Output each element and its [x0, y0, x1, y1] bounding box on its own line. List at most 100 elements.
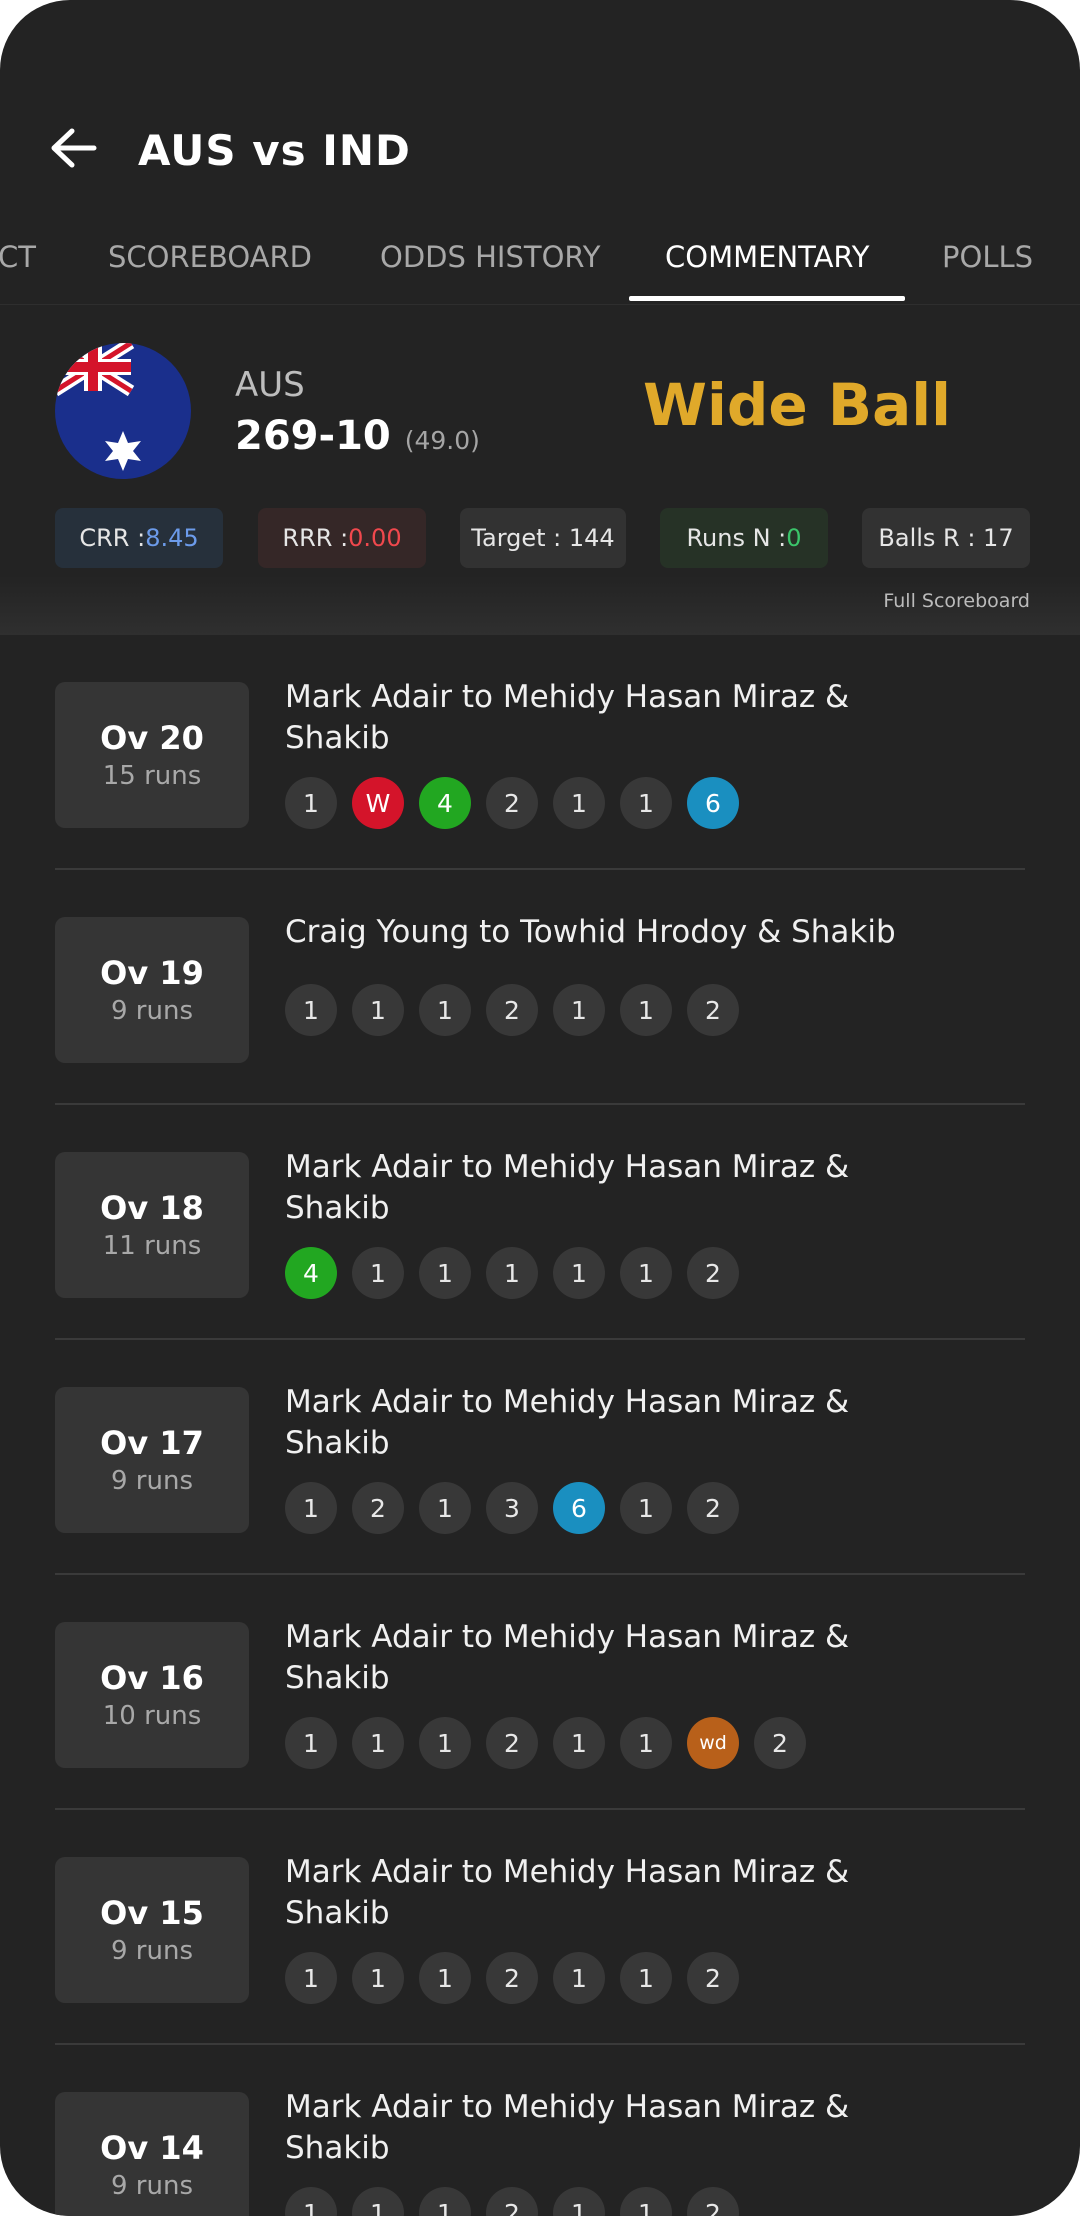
over-runs: 9 runs [111, 996, 193, 1026]
ball-list: 1 2 1 3 6 1 2 [285, 1482, 739, 1534]
over-runs: 10 runs [102, 1701, 202, 1731]
over-runs: 9 runs [111, 2171, 193, 2201]
ball: 1 [285, 777, 337, 829]
tab-polls[interactable]: POLLS [942, 240, 1033, 274]
tab-scoreboard[interactable]: SCOREBOARD [108, 240, 312, 274]
ball-wide: wd [687, 1717, 739, 1769]
header: AUS vs IND [0, 120, 1080, 186]
back-button[interactable] [44, 120, 104, 180]
ball: 1 [553, 2187, 605, 2216]
over-row[interactable]: Ov 14 9 runs Mark Adair to Mehidy Hasan … [55, 2045, 1025, 2216]
rrr-value: 0.00 [348, 524, 402, 552]
ball-four: 4 [285, 1247, 337, 1299]
over-row[interactable]: Ov 18 11 runs Mark Adair to Mehidy Hasan… [55, 1105, 1025, 1340]
over-runs: 9 runs [111, 1936, 193, 1966]
crr-label: CRR : [79, 524, 146, 552]
ball: 1 [419, 1952, 471, 2004]
team-score: 269-10 (49.0) [235, 413, 480, 459]
ball-list: 1 1 1 2 1 1 2 [285, 1952, 739, 2004]
over-summary: Ov 16 10 runs [55, 1622, 249, 1768]
ball: 1 [352, 984, 404, 1036]
ball: 2 [687, 2187, 739, 2216]
over-row[interactable]: Ov 16 10 runs Mark Adair to Mehidy Hasan… [55, 1575, 1025, 1810]
ball: 2 [687, 984, 739, 1036]
crr-chip: CRR : 8.45 [55, 508, 223, 568]
full-scoreboard-link[interactable]: Full Scoreboard [883, 590, 1030, 612]
ball: 1 [419, 984, 471, 1036]
ball-list: 4 1 1 1 1 1 2 [285, 1247, 739, 1299]
over-description: Mark Adair to Mehidy Hasan Miraz & Shaki… [285, 1149, 850, 1226]
tab-bar: CT SCOREBOARD ODDS HISTORY COMMENTARY PO… [0, 222, 1080, 306]
over-summary: Ov 20 15 runs [55, 682, 249, 828]
ball: 2 [486, 984, 538, 1036]
ball: 2 [486, 1952, 538, 2004]
over-description: Mark Adair to Mehidy Hasan Miraz & Shaki… [285, 1619, 850, 1696]
australia-flag-icon [55, 343, 191, 479]
ball: 2 [687, 1247, 739, 1299]
tab-predict[interactable]: CT [0, 240, 36, 274]
over-summary: Ov 15 9 runs [55, 1857, 249, 2003]
over-number: Ov 15 [100, 1894, 204, 1932]
over-number: Ov 20 [100, 719, 204, 757]
ball: 1 [620, 777, 672, 829]
score-panel: AUS 269-10 (49.0) Wide Ball CRR : 8.45 R… [0, 305, 1080, 635]
over-row[interactable]: Ov 17 9 runs Mark Adair to Mehidy Hasan … [55, 1340, 1025, 1575]
ball: 2 [352, 1482, 404, 1534]
ball: 1 [352, 1952, 404, 2004]
score-value: 269-10 [235, 413, 391, 459]
over-description: Mark Adair to Mehidy Hasan Miraz & Shaki… [285, 1384, 850, 1461]
target-label: Target : 144 [471, 524, 615, 552]
over-number: Ov 18 [100, 1189, 204, 1227]
over-number: Ov 19 [100, 954, 204, 992]
ball: 2 [486, 777, 538, 829]
over-description: Mark Adair to Mehidy Hasan Miraz & Shaki… [285, 679, 850, 756]
balls-remaining-chip: Balls R : 17 [862, 508, 1030, 568]
ball: 1 [620, 1952, 672, 2004]
ball-status: Wide Ball [643, 371, 952, 439]
page-title: AUS vs IND [138, 126, 411, 175]
ball: 1 [553, 1717, 605, 1769]
ball: 1 [553, 777, 605, 829]
over-number: Ov 17 [100, 1424, 204, 1462]
over-description: Mark Adair to Mehidy Hasan Miraz & Shaki… [285, 2089, 850, 2166]
app-screen: AUS vs IND CT SCOREBOARD ODDS HISTORY CO… [0, 0, 1080, 2216]
ball: 1 [620, 1482, 672, 1534]
ball-four: 4 [419, 777, 471, 829]
over-row[interactable]: Ov 15 9 runs Mark Adair to Mehidy Hasan … [55, 1810, 1025, 2045]
over-description: Craig Young to Towhid Hrodoy & Shakib [285, 914, 896, 950]
ball: 1 [620, 2187, 672, 2216]
ball: 3 [486, 1482, 538, 1534]
over-number: Ov 16 [100, 1659, 204, 1697]
ball-six: 6 [687, 777, 739, 829]
over-runs: 9 runs [111, 1466, 193, 1496]
ball: 1 [352, 1247, 404, 1299]
over-row[interactable]: Ov 19 9 runs Craig Young to Towhid Hrodo… [55, 870, 1025, 1105]
runs-needed-label: Runs N : [686, 524, 787, 552]
team-name: AUS [235, 365, 305, 405]
ball: 1 [419, 1717, 471, 1769]
ball: 1 [285, 1952, 337, 2004]
ball: 1 [352, 1717, 404, 1769]
ball: 1 [620, 1717, 672, 1769]
ball: 1 [352, 2187, 404, 2216]
ball-list: 1 1 1 2 1 1 2 [285, 984, 739, 1036]
ball: 2 [486, 2187, 538, 2216]
ball: 2 [687, 1952, 739, 2004]
active-tab-indicator [629, 296, 905, 301]
ball: 2 [754, 1717, 806, 1769]
tab-odds-history[interactable]: ODDS HISTORY [380, 240, 600, 274]
over-summary: Ov 14 9 runs [55, 2092, 249, 2216]
over-runs: 11 runs [102, 1231, 202, 1261]
ball: 1 [620, 984, 672, 1036]
tab-commentary[interactable]: COMMENTARY [665, 240, 869, 274]
ball-wicket: W [352, 777, 404, 829]
over-runs: 15 runs [102, 761, 202, 791]
over-row[interactable]: Ov 20 15 runs Mark Adair to Mehidy Hasan… [55, 635, 1025, 870]
ball-list: 1 1 1 2 1 1 2 [285, 2187, 739, 2216]
rrr-chip: RRR : 0.00 [258, 508, 426, 568]
ball: 1 [553, 1952, 605, 2004]
crr-value: 8.45 [145, 524, 199, 552]
ball: 1 [419, 2187, 471, 2216]
over-description: Mark Adair to Mehidy Hasan Miraz & Shaki… [285, 1854, 850, 1931]
ball: 1 [285, 2187, 337, 2216]
